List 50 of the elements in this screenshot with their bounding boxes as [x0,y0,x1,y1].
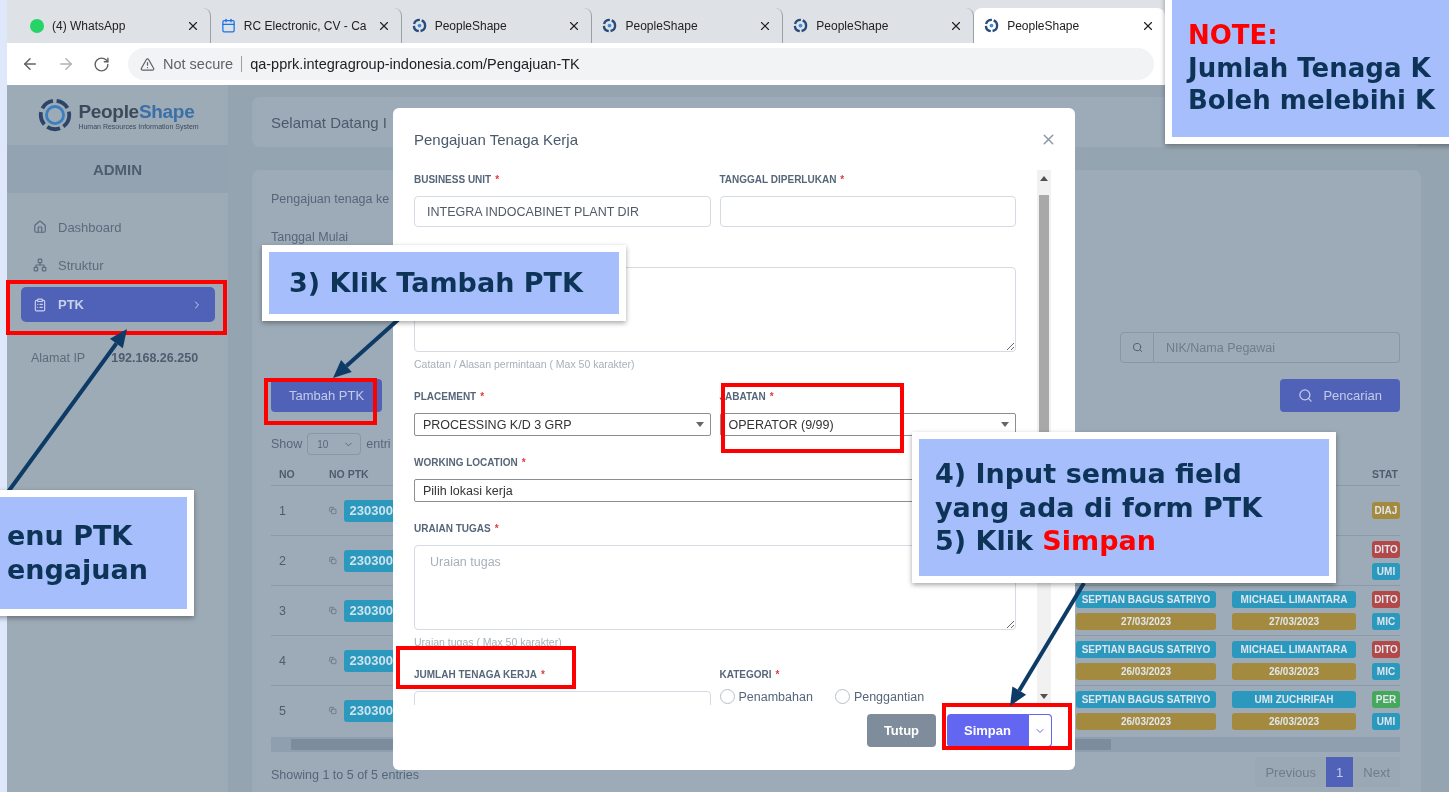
annotation-tooltip: 3) Klik Tambah PTK [262,245,626,321]
table-cell-text: 4 [279,653,287,668]
status-badge: DIAJ [1372,502,1400,519]
status-badge: 26/03/2023 [1232,713,1356,730]
table-cell-text: 1 [279,503,287,518]
ip-label: Alamat IP [31,351,86,365]
field-label: BUSINESS UNIT * [414,173,501,187]
field-label: WORKING LOCATION * [414,456,527,470]
status-badge: 27/03/2023 [1076,613,1216,630]
table-cell-text: 5 [279,703,287,718]
status-badge: SEPTIAN BAGUS SATRIYO [1076,591,1216,608]
annotation-tooltip: NOTE: Jumlah Tenaga K Boleh melebihi K [1165,0,1449,144]
table-info: Showing 1 to 5 of 5 entries [271,767,419,782]
ip-address: 192.168.26.250 [111,351,199,365]
table-cell-text: 3 [279,603,287,618]
entries-label: entri [366,437,391,451]
column-header: NO PTK [329,468,370,480]
show-label: Show [271,437,303,451]
status-badge: 26/03/2023 [1076,713,1216,730]
modal-title: Pengajuan Tenaga Kerja [414,130,579,148]
status-badge: UMI ZUCHRIFAH [1232,691,1356,708]
field-label: TANGGAL DIPERLUKAN * [719,173,846,187]
annotation-tooltip: enu PTK engajuan [0,490,194,616]
status-badge: PER [1372,691,1400,708]
annotation-tooltip: 4) Input semua field yang ada di form PTK 5) Klik Simpan [912,432,1336,583]
status-badge: 27/03/2023 [1232,613,1356,630]
field-label: PLACEMENT * [414,390,486,404]
status-badge: SEPTIAN BAGUS SATRIYO [1076,691,1216,708]
role-heading: ADMIN [7,145,228,193]
status-badge: MIC [1372,613,1400,630]
status-badge: MIC [1372,663,1400,680]
status-badge: 26/03/2023 [1076,663,1216,680]
field-hint: Catatan / Alasan permintaan ( Max 50 karakter) [414,358,636,370]
status-badge: DITO [1372,541,1400,558]
status-badge: MICHAEL LIMANTARA [1232,641,1356,658]
date-label: Tanggal Mulai [271,230,350,244]
status-badge: DITO [1372,591,1400,608]
field-label: URAIAN TUGAS * [414,522,500,536]
page-description: Pengajuan tenaga ke [271,192,391,206]
field-label: JUMLAH TENAGA KERJA * [414,668,546,682]
status-badge: SEPTIAN BAGUS SATRIYO [1076,641,1216,658]
field-label: KATEGORI * [719,668,781,682]
status-badge: MICHAEL LIMANTARA [1232,591,1356,608]
status-badge: 26/03/2023 [1232,663,1356,680]
table-cell-text: 2 [279,553,287,568]
column-header: STAT [1372,468,1399,480]
column-header: NO [279,468,296,480]
status-badge: UMI [1372,713,1400,730]
status-badge: DITO [1372,641,1400,658]
status-badge: UMI [1372,563,1400,580]
